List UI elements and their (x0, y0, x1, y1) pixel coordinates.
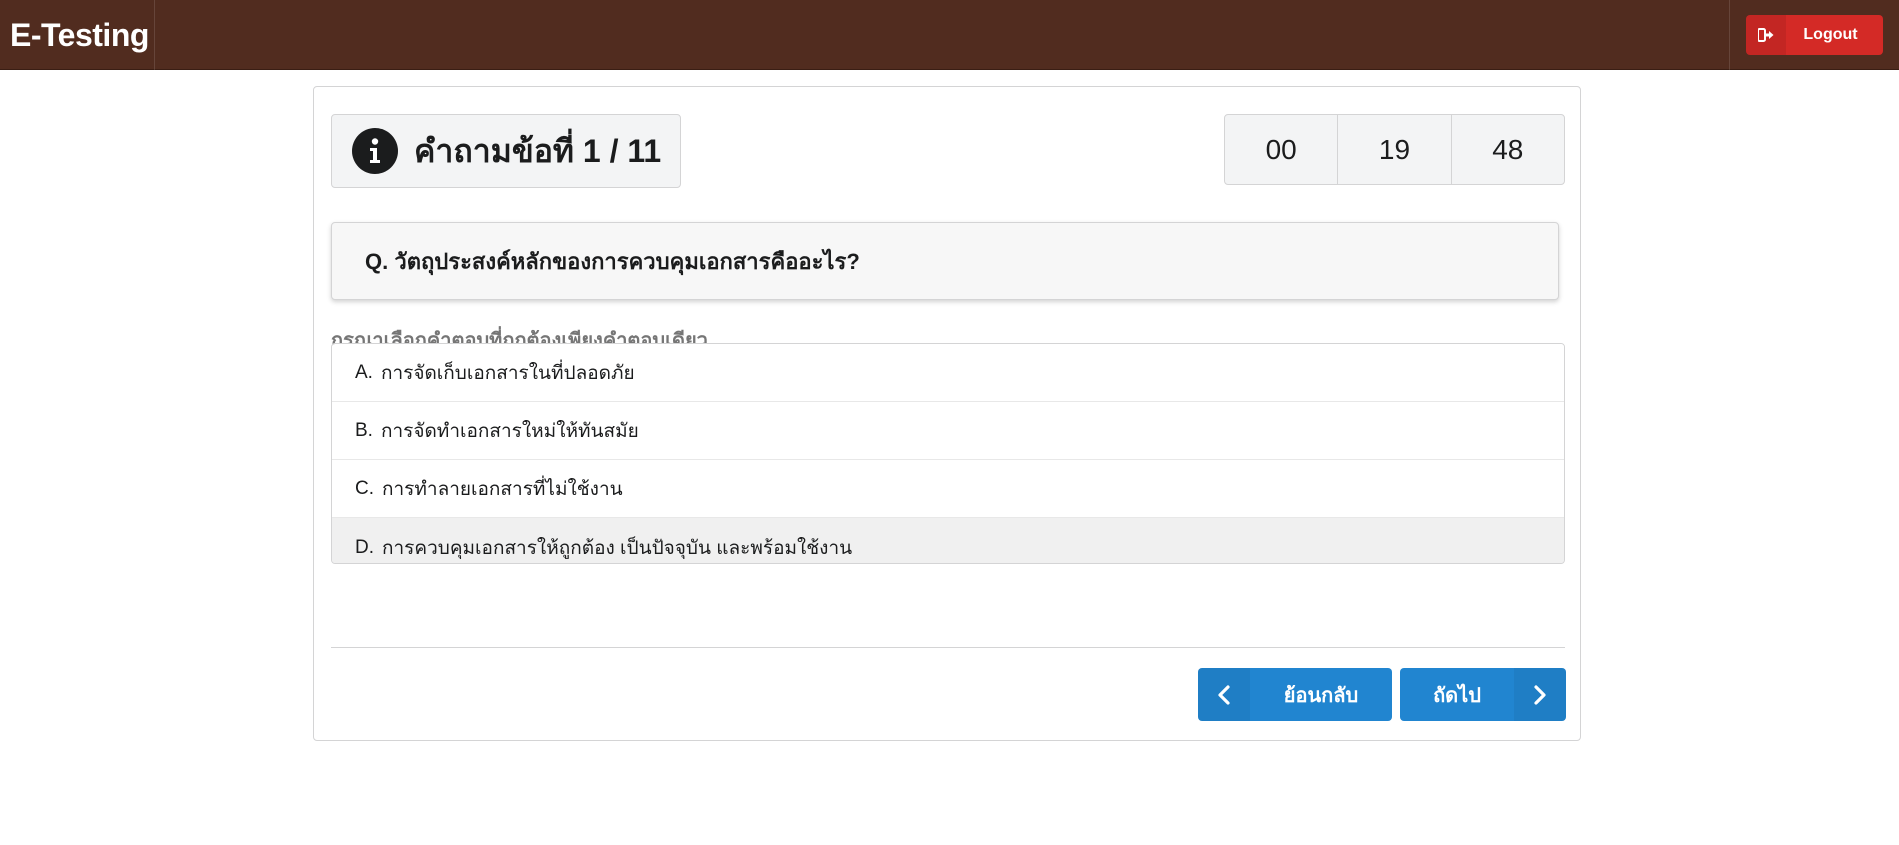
logout-label: Logout (1803, 26, 1858, 43)
sign-out-icon (1746, 15, 1786, 55)
question-text: Q. วัตถุประสงค์หลักของการควบคุมเอกสารคือ… (331, 222, 1559, 300)
next-label: ถัดไป (1433, 684, 1481, 707)
chevron-right-icon (1514, 668, 1566, 721)
choice-a[interactable]: A. การจัดเก็บเอกสารในที่ปลอดภัย (332, 344, 1564, 402)
choice-c[interactable]: C. การทำลายเอกสารที่ไม่ใช้งาน (332, 460, 1564, 518)
choice-letter: C. (355, 477, 374, 499)
choice-letter: D. (355, 536, 374, 558)
choice-text: การจัดเก็บเอกสารในที่ปลอดภัย (380, 362, 635, 384)
choice-text: การทำลายเอกสารที่ไม่ใช้งาน (382, 478, 623, 500)
choice-b[interactable]: B. การจัดทำเอกสารใหม่ให้ทันสมัย (332, 402, 1564, 460)
back-label: ย้อนกลับ (1283, 684, 1359, 707)
countdown-timer: 00 19 48 (1224, 114, 1565, 185)
logout-container: Logout (1729, 0, 1899, 70)
choice-text: การจัดทำเอกสารใหม่ให้ทันสมัย (380, 420, 639, 442)
divider (331, 647, 1565, 648)
top-navbar: E-Testing Logout (0, 0, 1899, 70)
info-circle-icon (352, 128, 398, 174)
timer-hours: 00 (1265, 133, 1297, 165)
logout-button[interactable]: Logout (1746, 15, 1883, 55)
answer-choices: A. การจัดเก็บเอกสารในที่ปลอดภัย B. การจั… (331, 343, 1565, 564)
choice-letter: B. (355, 419, 373, 441)
question-number-text: คำถามข้อที่ 1 / 11 (414, 132, 662, 169)
back-button[interactable]: ย้อนกลับ (1198, 668, 1392, 721)
brand-logo[interactable]: E-Testing (0, 0, 155, 70)
chevron-left-icon (1198, 668, 1250, 721)
timer-minutes: 19 (1337, 115, 1450, 184)
next-button[interactable]: ถัดไป (1400, 668, 1566, 721)
choice-letter: A. (355, 361, 373, 383)
exam-card: คำถามข้อที่ 1 / 11 00 19 48 Q. วัตถุประส… (313, 86, 1581, 741)
choice-d[interactable]: D. การควบคุมเอกสารให้ถูกต้อง เป็นปัจจุบั… (332, 518, 1564, 563)
question-number-label: คำถามข้อที่ 1 / 11 (331, 114, 681, 188)
timer-seconds: 48 (1450, 115, 1564, 184)
choice-text: การควบคุมเอกสารให้ถูกต้อง เป็นปัจจุบัน แ… (382, 537, 853, 559)
